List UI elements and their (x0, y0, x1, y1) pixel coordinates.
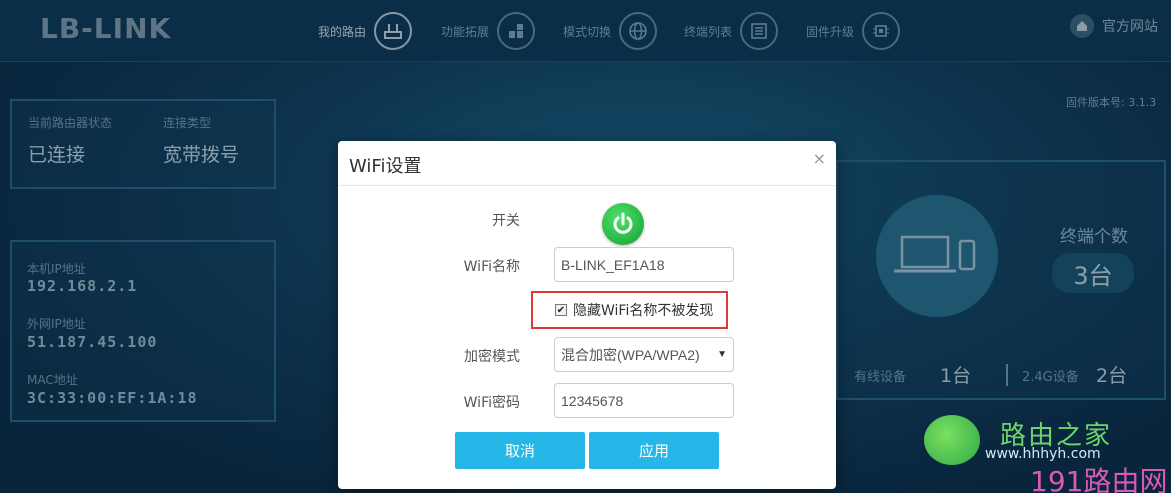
caret-down-icon: ▼ (717, 349, 727, 360)
password-label: WiFi密码 (463, 395, 520, 411)
dialog-divider (338, 185, 836, 186)
power-toggle[interactable] (602, 203, 644, 245)
password-input[interactable]: 12345678 (554, 383, 734, 418)
dialog-title: WiFi设置 (349, 156, 422, 177)
cancel-button[interactable]: 取消 (455, 432, 585, 469)
ssid-value: B-LINK_EF1A18 (561, 256, 665, 273)
ssid-input[interactable]: B-LINK_EF1A18 (554, 247, 734, 282)
encryption-select[interactable]: 混合加密(WPA/WPA2) ▼ (554, 337, 734, 372)
hide-ssid-option[interactable]: ✔ 隐藏WiFi名称不被发现 (531, 291, 728, 329)
hide-ssid-label: 隐藏WiFi名称不被发现 (573, 303, 714, 319)
ssid-label: WiFi名称 (463, 259, 520, 275)
wifi-settings-dialog: WiFi设置 × 开关 WiFi名称 B-LINK_EF1A18 ✔ 隐藏WiF… (338, 141, 836, 489)
hide-ssid-checkbox[interactable]: ✔ (555, 304, 567, 316)
close-icon[interactable]: × (813, 149, 826, 168)
apply-button[interactable]: 应用 (589, 432, 719, 469)
watermark-logo-icon (924, 415, 980, 465)
watermark-site: 191路由网 (1030, 465, 1168, 493)
encryption-label: 加密模式 (464, 349, 520, 365)
encryption-value: 混合加密(WPA/WPA2) (561, 346, 700, 363)
password-value: 12345678 (561, 392, 624, 409)
switch-label: 开关 (492, 213, 520, 229)
power-icon (613, 212, 633, 234)
